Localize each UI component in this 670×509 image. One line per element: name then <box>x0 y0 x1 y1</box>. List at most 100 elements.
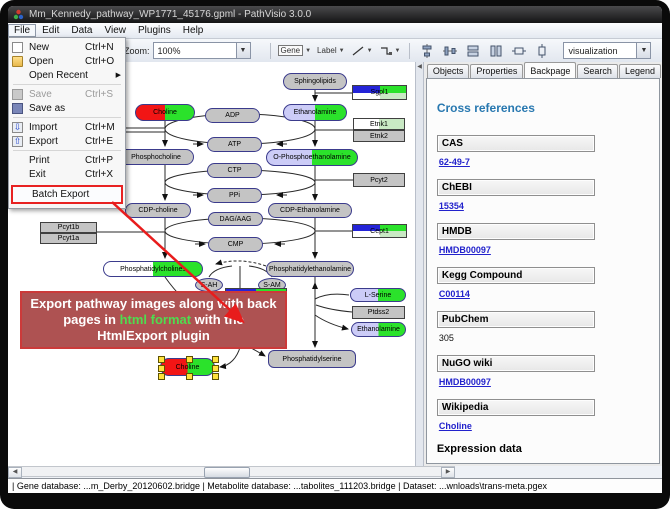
node-ethanolamine[interactable]: Ethanolamine <box>351 322 406 337</box>
export-icon: ⇧ <box>12 136 23 147</box>
node-ptdss2[interactable]: Ptdss2 <box>352 306 405 319</box>
chevron-down-icon[interactable]: ▼ <box>367 48 373 54</box>
annotation-highlight: html format <box>120 312 192 327</box>
chevron-down-icon[interactable]: ▼ <box>339 48 345 54</box>
node-choline[interactable]: Choline <box>160 358 215 376</box>
node-pcyt1b[interactable]: Pcyt1b <box>40 222 97 233</box>
menu-item-batch-export[interactable]: Batch Export <box>11 185 123 204</box>
menu-data[interactable]: Data <box>65 24 98 37</box>
selection-handle[interactable] <box>212 373 219 380</box>
menu-item-import[interactable]: ⇩ImportCtrl+M <box>10 120 124 134</box>
xref-link[interactable]: HMDB00097 <box>439 377 491 387</box>
tab-objects[interactable]: Objects <box>427 64 470 78</box>
toolbar-separator <box>270 43 271 59</box>
node-label: Etnk2 <box>370 133 388 140</box>
canvas-horizontal-scrollbar[interactable]: ◀ ▶ <box>8 466 455 477</box>
menu-plugins[interactable]: Plugins <box>132 24 177 37</box>
common-height-button[interactable] <box>533 42 550 59</box>
zoom-combobox[interactable]: 100% ▼ <box>153 42 251 59</box>
menu-item-open-recent[interactable]: Open Recent▶ <box>10 68 124 82</box>
selection-handle[interactable] <box>212 356 219 363</box>
xref-section-pubchem: PubChem305 <box>437 311 659 346</box>
node-phosphatidylcholines[interactable]: Phosphatidylcholines <box>103 261 203 277</box>
panel-splitter[interactable]: ◀ <box>415 62 423 466</box>
node-s-ah[interactable]: S-AH <box>195 278 223 292</box>
selection-handle[interactable] <box>158 356 165 363</box>
selection-handle[interactable] <box>186 373 193 380</box>
scroll-right-arrow-icon[interactable]: ▶ <box>441 467 455 478</box>
xref-link[interactable]: 15354 <box>439 201 464 211</box>
tab-legend[interactable]: Legend <box>619 64 661 78</box>
node-sgpl1[interactable]: Sgpl1 <box>352 85 407 100</box>
menu-item-open[interactable]: OpenCtrl+O <box>10 54 124 68</box>
node-cdp-choline[interactable]: CDP-choline <box>125 203 191 218</box>
menu-item-print[interactable]: PrintCtrl+P <box>10 153 124 167</box>
submenu-arrow-icon: ▶ <box>113 71 121 79</box>
node-etnk2[interactable]: Etnk2 <box>353 130 405 142</box>
tab-search[interactable]: Search <box>577 64 618 78</box>
xref-link[interactable]: HMDB00097 <box>439 245 491 255</box>
file-menu-popup: NewCtrl+NOpenCtrl+OOpen Recent▶SaveCtrl+… <box>8 37 126 209</box>
node-atp[interactable]: ATP <box>207 137 262 152</box>
pathvisio-window: Mm_Kennedy_pathway_WP1771_45176.gpml - P… <box>8 6 662 493</box>
tab-properties[interactable]: Properties <box>470 64 523 78</box>
add-gene-button[interactable]: Gene ▼ <box>276 42 314 59</box>
label-button-label: Label <box>317 46 337 55</box>
selection-handle[interactable] <box>158 373 165 380</box>
draw-line-button[interactable]: ▼ <box>349 42 375 59</box>
chevron-down-icon[interactable]: ▼ <box>236 43 250 58</box>
visualization-combobox[interactable]: visualization ▼ <box>563 42 651 59</box>
node-ppi[interactable]: PPi <box>207 188 262 203</box>
node-label: Pcyt1a <box>58 235 79 242</box>
node-label: Ptdss2 <box>368 309 389 316</box>
node-phosphatidylserine[interactable]: Phosphatidylserine <box>268 350 356 368</box>
selection-handle[interactable] <box>186 356 193 363</box>
xref-link[interactable]: C00114 <box>439 289 470 299</box>
chevron-down-icon[interactable]: ▼ <box>395 48 401 54</box>
node-ctp[interactable]: CTP <box>207 163 262 178</box>
node-label: Pcyt1b <box>58 224 79 231</box>
node-etnk1[interactable]: Etnk1 <box>353 118 405 130</box>
scrollbar-thumb[interactable] <box>204 467 250 478</box>
node-adp[interactable]: ADP <box>205 108 260 123</box>
chevron-down-icon[interactable]: ▼ <box>305 48 311 54</box>
stack-vertical-button[interactable] <box>464 42 481 59</box>
node-cept1[interactable]: Cept1 <box>352 224 407 238</box>
node-dag-aag[interactable]: DAG/AAG <box>208 212 263 226</box>
node-label: Ethanolamine <box>294 109 337 116</box>
node-o-phosphoethanolamine[interactable]: O-Phosphoethanolamine <box>266 149 358 166</box>
node-choline[interactable]: Choline <box>135 104 195 121</box>
xref-link[interactable]: 62-49-7 <box>439 157 470 167</box>
node-sphingolipids[interactable]: Sphingolipids <box>283 73 347 90</box>
node-pcyt1a[interactable]: Pcyt1a <box>40 233 97 244</box>
node-cdp-ethanolamine[interactable]: CDP-Ethanolamine <box>268 203 352 218</box>
xref-link[interactable]: Choline <box>439 421 472 431</box>
node-label: CTP <box>228 167 242 174</box>
stack-horizontal-button[interactable] <box>487 42 504 59</box>
menu-item-exit[interactable]: ExitCtrl+X <box>10 167 124 181</box>
node-l-serine[interactable]: L-Serine <box>350 288 406 302</box>
menu-edit[interactable]: Edit <box>36 24 65 37</box>
menu-item-new[interactable]: NewCtrl+N <box>10 40 124 54</box>
align-center-vertical-button[interactable] <box>441 42 458 59</box>
scroll-left-arrow-icon[interactable]: ◀ <box>8 467 22 478</box>
common-width-button[interactable] <box>510 42 527 59</box>
menu-view[interactable]: View <box>98 24 132 37</box>
node-pcyt2[interactable]: Pcyt2 <box>353 173 405 187</box>
tab-backpage[interactable]: Backpage <box>524 62 576 78</box>
node-phosphatidylethanolamine[interactable]: Phosphatidylethanolamine <box>266 261 354 277</box>
chevron-down-icon[interactable]: ▼ <box>636 43 650 58</box>
menu-shortcut: Ctrl+M <box>85 122 121 133</box>
selection-handle[interactable] <box>158 365 165 372</box>
node-cmp[interactable]: CMP <box>208 237 263 252</box>
menu-item-export[interactable]: ⇧ExportCtrl+E <box>10 134 124 148</box>
menu-item-save-as[interactable]: Save as <box>10 101 124 115</box>
selection-handle[interactable] <box>212 365 219 372</box>
node-ethanolamine[interactable]: Ethanolamine <box>283 104 347 121</box>
draw-connector-button[interactable]: ▼ <box>377 42 403 59</box>
align-center-horizontal-button[interactable] <box>418 42 435 59</box>
menu-help[interactable]: Help <box>177 24 210 37</box>
add-label-button[interactable]: Label ▼ <box>315 42 347 59</box>
node-phosphocholine[interactable]: Phosphocholine <box>118 149 194 165</box>
menu-file[interactable]: File <box>8 24 36 37</box>
